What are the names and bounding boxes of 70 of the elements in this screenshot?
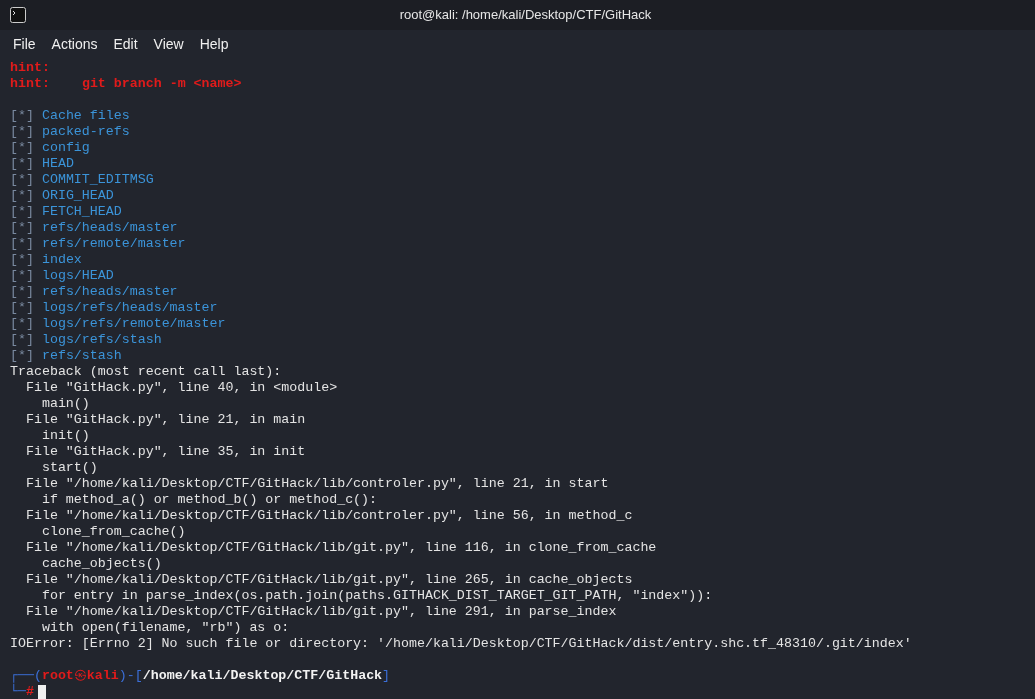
status-marker: [*] <box>10 332 34 348</box>
status-text: logs/refs/heads/master <box>41 300 218 316</box>
output-line: start() <box>40 460 98 476</box>
status-text: logs/refs/remote/master <box>41 316 226 332</box>
status-text: index <box>41 252 82 268</box>
status-text: config <box>41 140 90 156</box>
status-text: refs/heads/master <box>41 284 178 300</box>
hint-text: git branch -m <name> <box>81 76 242 92</box>
output-line: Traceback (most recent call last): <box>10 364 282 380</box>
output-line: File "GitHack.py", line 35, in init <box>24 444 306 460</box>
prompt-frame: )-[ <box>118 668 143 684</box>
status-text: logs/HEAD <box>41 268 114 284</box>
status-marker: [*] <box>10 188 34 204</box>
status-text: Cache files <box>41 108 130 124</box>
menu-item[interactable]: File <box>6 33 43 55</box>
output-line: IOError: [Errno 2] No such file or directory: '/home/kali/Desktop/CTF/GitHack/dist/entry.shc.tf_48310/.git/index' <box>10 636 912 652</box>
menu-item[interactable]: Actions <box>44 33 105 55</box>
status-marker: [*] <box>10 268 34 284</box>
status-marker: [*] <box>10 204 34 220</box>
window-title: root@kali: /home/kali/Desktop/CTF/GitHack <box>399 6 652 25</box>
status-text: refs/stash <box>41 348 122 364</box>
status-marker: [*] <box>10 140 34 156</box>
status-marker: [*] <box>10 124 34 140</box>
output-line: File "/home/kali/Desktop/CTF/GitHack/lib/git.py", line 116, in clone_from_cache <box>24 540 657 556</box>
status-marker: [*] <box>10 156 34 172</box>
output-line: File "/home/kali/Desktop/CTF/GitHack/lib/git.py", line 265, in cache_objects <box>24 572 633 588</box>
status-marker: [*] <box>10 108 34 124</box>
status-marker: [*] <box>10 252 34 268</box>
prompt-frame: └─ <box>10 684 26 699</box>
status-text: refs/heads/master <box>41 220 178 236</box>
terminal-icon <box>10 7 26 23</box>
prompt-path: /home/kali/Desktop/CTF/GitHack <box>142 668 383 684</box>
status-text: logs/refs/stash <box>41 332 162 348</box>
status-text: FETCH_HEAD <box>41 204 122 220</box>
menu-item[interactable]: Edit <box>106 33 145 55</box>
status-marker: [*] <box>10 236 34 252</box>
status-text: ORIG_HEAD <box>41 188 114 204</box>
menu-item[interactable]: View <box>146 33 191 55</box>
output-line: File "GitHack.py", line 21, in main <box>24 412 306 428</box>
prompt-user: root <box>41 668 74 684</box>
status-marker: [*] <box>10 284 34 300</box>
status-text: COMMIT_EDITMSG <box>41 172 154 188</box>
status-marker: [*] <box>10 348 34 364</box>
prompt-frame: ┌──( <box>10 668 42 684</box>
output-line: clone_from_cache() <box>40 524 186 540</box>
output-line: File "GitHack.py", line 40, in <module> <box>24 380 338 396</box>
prompt-frame: ] <box>382 668 391 684</box>
status-marker: [*] <box>10 300 34 316</box>
output-line: File "/home/kali/Desktop/CTF/GitHack/lib/controler.py", line 56, in method_c <box>24 508 633 524</box>
hint-label: hint: <box>10 76 50 92</box>
output-line: File "/home/kali/Desktop/CTF/GitHack/lib/git.py", line 291, in parse_index <box>24 604 617 620</box>
status-text: HEAD <box>41 156 74 172</box>
prompt-at: ㉿ <box>73 668 87 684</box>
status-marker: [*] <box>10 172 34 188</box>
status-text: packed-refs <box>41 124 130 140</box>
output-line: File "/home/kali/Desktop/CTF/GitHack/lib/controler.py", line 21, in start <box>24 476 609 492</box>
output-line: cache_objects() <box>40 556 162 572</box>
output-line: with open(filename, "rb") as o: <box>40 620 290 636</box>
cursor <box>37 684 46 699</box>
output-line: for entry in parse_index(os.path.join(paths.GITHACK_DIST_TARGET_GIT_PATH, "index")): <box>40 588 713 604</box>
status-marker: [*] <box>10 316 34 332</box>
output-line: if method_a() or method_b() or method_c(): <box>40 492 378 508</box>
output-line: main() <box>40 396 90 412</box>
prompt-host: kali <box>86 668 119 684</box>
hint-label: hint: <box>10 60 50 76</box>
status-text: refs/remote/master <box>41 236 186 252</box>
menu-item[interactable]: Help <box>192 33 236 55</box>
output-line: init() <box>40 428 90 444</box>
prompt-symbol: # <box>25 684 34 699</box>
status-marker: [*] <box>10 220 34 236</box>
